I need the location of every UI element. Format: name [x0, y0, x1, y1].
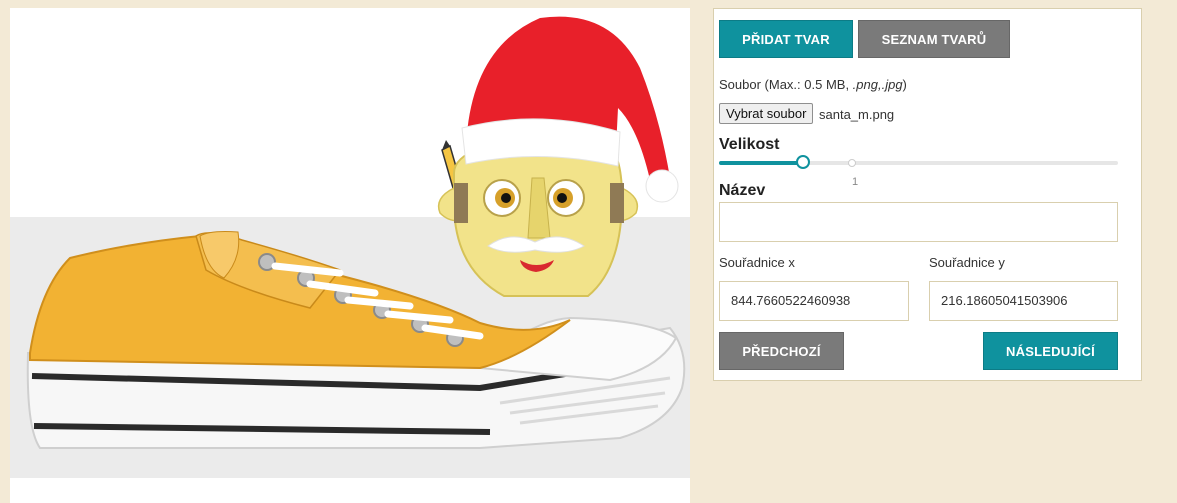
shape-editor-panel: PŘIDAT TVAR SEZNAM TVARŮ Soubor (Max.: 0…	[713, 8, 1142, 381]
size-slider[interactable]	[719, 155, 1118, 169]
add-shape-button[interactable]: PŘIDAT TVAR	[719, 20, 853, 58]
next-button[interactable]: NÁSLEDUJÍCÍ	[983, 332, 1118, 370]
size-slider-tick	[848, 159, 856, 167]
coord-x-input[interactable]: 844.7660522460938	[719, 281, 909, 321]
file-hint-suffix: )	[902, 77, 907, 92]
coord-y-input[interactable]: 216.18605041503906	[929, 281, 1118, 321]
shape-list-button[interactable]: SEZNAM TVARŮ	[858, 20, 1010, 58]
file-hint: Soubor (Max.: 0.5 MB, .png,.jpg)	[719, 77, 907, 92]
name-label: Název	[719, 182, 766, 199]
coord-y-label: Souřadnice y	[929, 255, 1005, 270]
size-label: Velikost	[719, 136, 780, 153]
size-slider-handle[interactable]	[796, 155, 810, 169]
name-input[interactable]	[719, 202, 1118, 242]
size-tick-label: 1	[852, 176, 859, 188]
size-slider-fill	[719, 161, 803, 165]
choose-file-button[interactable]: Vybrat soubor	[719, 103, 814, 124]
file-hint-prefix: Soubor (Max.: 0.5 MB,	[719, 77, 853, 92]
canvas-artwork	[10, 8, 690, 503]
coord-x-label: Souřadnice x	[719, 255, 795, 270]
previous-button[interactable]: PŘEDCHOZÍ	[719, 332, 844, 370]
file-hint-types: .png,.jpg	[852, 77, 903, 92]
selected-file-name: santa_m.png	[819, 107, 895, 122]
design-canvas[interactable]	[10, 8, 690, 503]
